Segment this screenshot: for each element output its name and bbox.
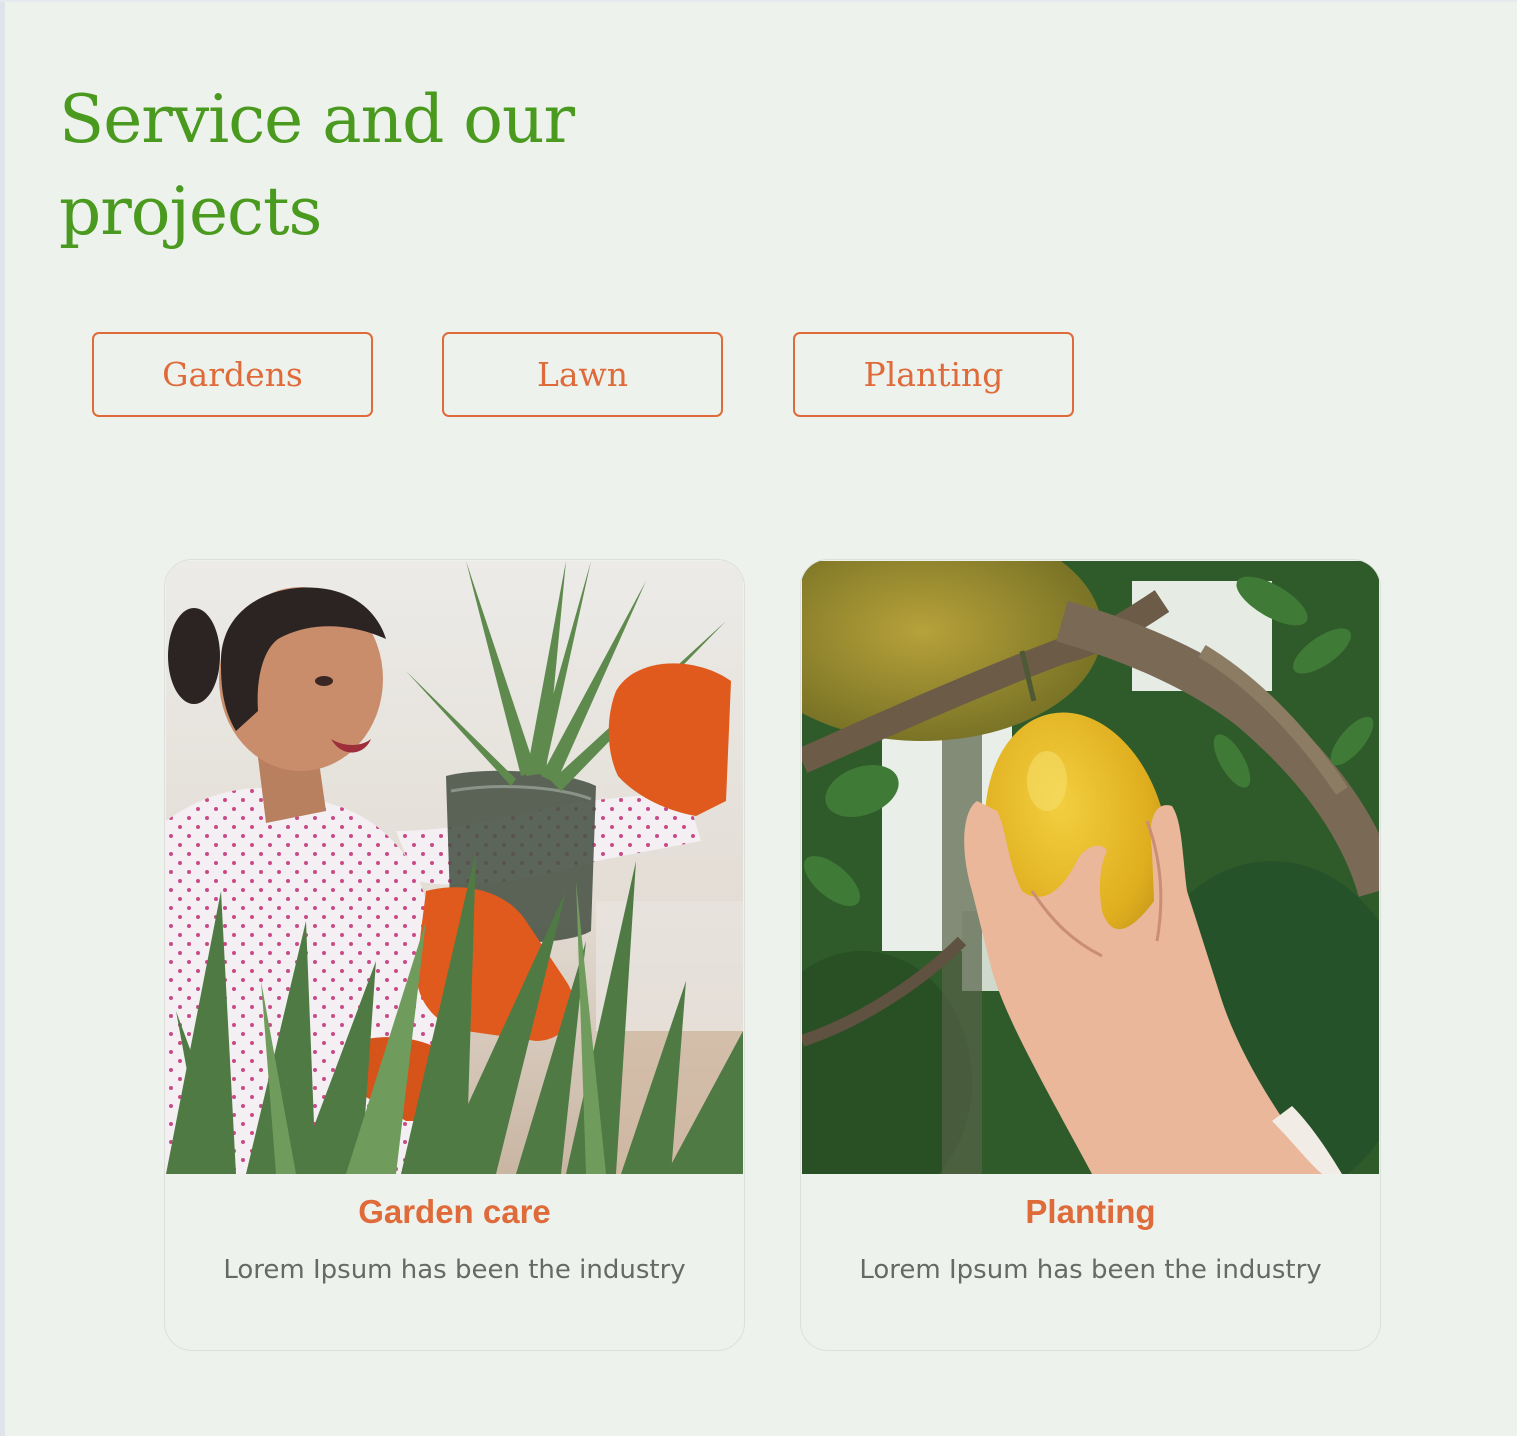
- card-description: Lorem Ipsum has been the industry: [859, 1255, 1322, 1285]
- service-card-planting[interactable]: Planting Lorem Ipsum has been the indust…: [800, 559, 1381, 1351]
- viewport-top-edge: [0, 0, 1517, 2]
- card-description: Lorem Ipsum has been the industry: [223, 1255, 686, 1285]
- service-card-garden-care[interactable]: Garden care Lorem Ipsum has been the ind…: [164, 559, 745, 1351]
- card-title: Planting: [1025, 1193, 1156, 1230]
- card-title: Garden care: [358, 1193, 551, 1230]
- tab-planting[interactable]: Planting: [793, 332, 1074, 417]
- planting-photo: [802, 561, 1379, 1174]
- tab-gardens[interactable]: Gardens: [92, 332, 373, 417]
- garden-care-photo: [166, 561, 743, 1174]
- tab-lawn[interactable]: Lawn: [442, 332, 723, 417]
- viewport-left-edge: [0, 0, 5, 1436]
- section-title: Service and our projects: [59, 81, 575, 250]
